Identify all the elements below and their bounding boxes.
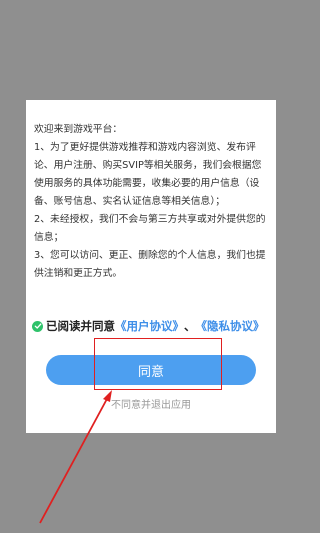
policy-item-3: 3、您可以访问、更正、删除您的个人信息，我们也提供注销和更正方式。 [34,250,266,279]
privacy-dialog: 欢迎来到游戏平台： 1、为了更好提供游戏推荐和游戏内容浏览、发布评论、用户注册、… [26,100,276,433]
agree-label: 已阅读并同意 [46,319,115,333]
decline-exit-link[interactable]: 不同意并退出应用 [26,396,276,411]
privacy-policy-link[interactable]: 《隐私协议》 [196,318,265,334]
screen: 欢迎来到游戏平台： 1、为了更好提供游戏推荐和游戏内容浏览、发布评论、用户注册、… [0,0,300,533]
user-agreement-link[interactable]: 《用户协议》 [115,318,184,334]
dialog-content: 欢迎来到游戏平台： 1、为了更好提供游戏推荐和游戏内容浏览、发布评论、用户注册、… [34,121,268,283]
check-circle-icon[interactable] [32,320,43,332]
policy-item-1: 1、为了更好提供游戏推荐和游戏内容浏览、发布评论、用户注册、购买SVIP等相关服… [34,142,262,207]
link-separator: 、 [184,319,196,333]
agree-button[interactable]: 同意 [46,355,256,385]
policy-item-2: 2、未经授权，我们不会与第三方共享或对外提供您的信息； [34,214,266,243]
welcome-text: 欢迎来到游戏平台： [34,124,123,135]
agreement-row: 已阅读并同意 《用户协议》 、 《隐私协议》 [32,316,265,336]
